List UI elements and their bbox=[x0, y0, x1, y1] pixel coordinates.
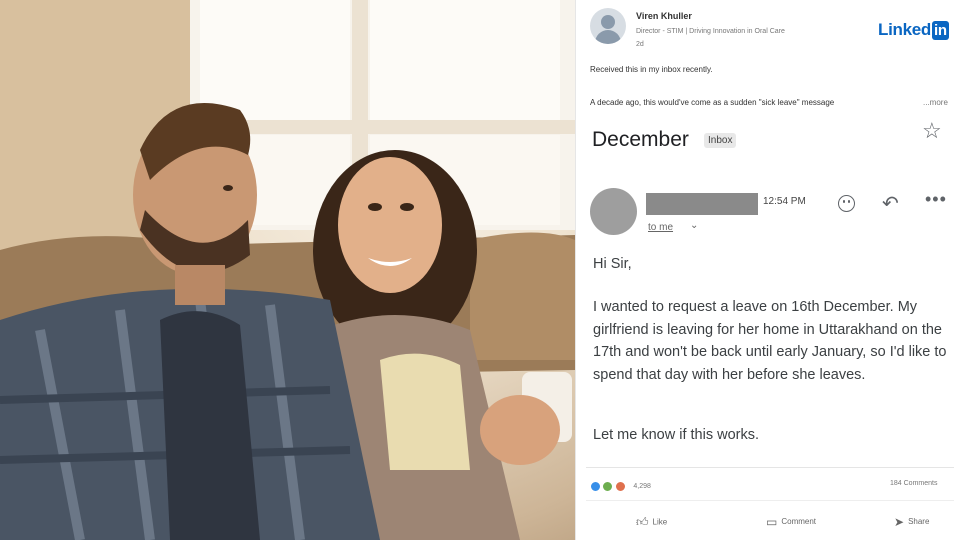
linkedin-logo-text: Linked bbox=[878, 20, 931, 39]
couple-photo bbox=[0, 0, 575, 540]
like-button[interactable]: 👍︎ Like bbox=[636, 515, 667, 530]
comment-button[interactable]: ▭ Comment bbox=[766, 515, 816, 529]
author-avatar[interactable] bbox=[590, 8, 626, 44]
share-label: Share bbox=[908, 517, 930, 527]
chevron-down-icon[interactable]: ⌄ bbox=[690, 220, 698, 231]
send-icon: ➤ bbox=[894, 515, 905, 529]
sender-name-redacted bbox=[646, 193, 758, 215]
avatar-body bbox=[595, 30, 621, 44]
linkedin-post-panel: Viren Khuller Director - STIM | Driving … bbox=[575, 0, 963, 540]
comments-count[interactable]: 184 Comments bbox=[890, 480, 937, 487]
share-button[interactable]: ➤ Share bbox=[894, 515, 929, 529]
email-closing: Let me know if this works. bbox=[593, 427, 759, 443]
email-greeting: Hi Sir, bbox=[593, 256, 632, 272]
couple-illustration bbox=[0, 0, 575, 540]
see-more-link[interactable]: ...more bbox=[923, 98, 948, 107]
post-text-line2: A decade ago, this would've come as a su… bbox=[590, 98, 835, 107]
more-options-icon[interactable]: ••• bbox=[925, 189, 947, 210]
author-title: Director - STIM | Driving Innovation in … bbox=[636, 28, 785, 35]
email-body: I wanted to request a leave on 16th Dece… bbox=[593, 299, 947, 383]
inbox-label[interactable]: Inbox bbox=[704, 133, 737, 148]
celebrate-reaction-icon bbox=[602, 481, 614, 493]
comment-label: Comment bbox=[781, 517, 817, 527]
divider bbox=[586, 467, 954, 468]
sender-avatar bbox=[590, 188, 637, 235]
comment-icon: ▭ bbox=[766, 515, 778, 529]
reply-icon[interactable]: ↶ bbox=[882, 191, 899, 216]
email-time: 12:54 PM bbox=[763, 196, 806, 207]
reaction-count: 4,298 bbox=[633, 483, 651, 491]
love-reaction-icon bbox=[614, 481, 626, 493]
thumbs-up-icon: 👍︎ bbox=[636, 515, 649, 529]
star-icon[interactable]: ☆ bbox=[922, 118, 942, 144]
like-label: Like bbox=[652, 517, 668, 527]
email-subject: December bbox=[592, 128, 689, 151]
like-reaction-icon bbox=[590, 481, 601, 493]
avatar-head bbox=[601, 15, 615, 29]
post-text-line1: Received this in my inbox recently. bbox=[590, 65, 713, 74]
emoji-icon[interactable] bbox=[838, 195, 855, 212]
linkedin-logo: Linked in bbox=[878, 20, 949, 40]
linkedin-logo-in: in bbox=[932, 21, 949, 40]
divider bbox=[586, 500, 954, 501]
reactions-summary[interactable]: 4,298 bbox=[590, 478, 651, 496]
author-name[interactable]: Viren Khuller bbox=[636, 11, 692, 21]
post-age: 2d bbox=[636, 41, 644, 48]
recipient-label[interactable]: to me bbox=[648, 222, 673, 233]
